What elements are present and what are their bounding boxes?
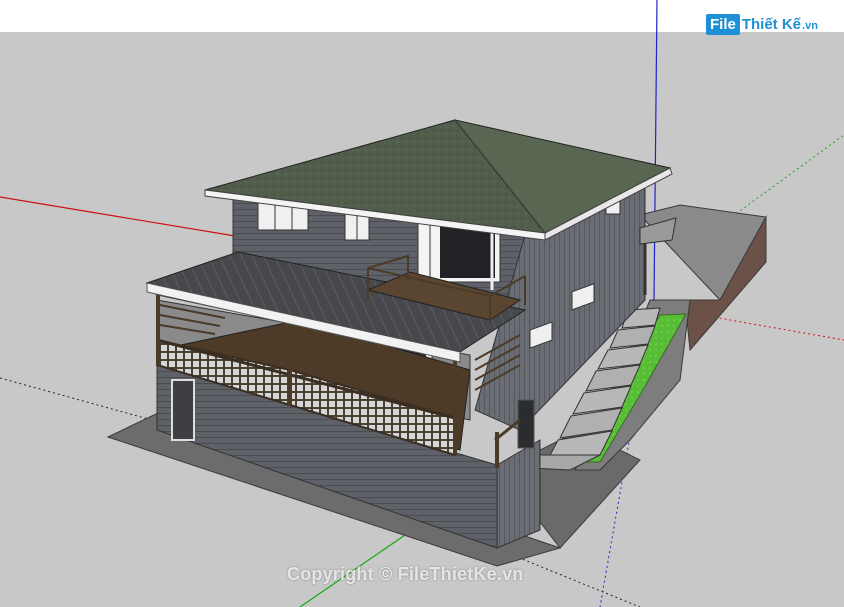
sketchup-viewport bbox=[0, 0, 844, 607]
garage-door bbox=[171, 379, 195, 441]
logo-suffix: .vn bbox=[802, 20, 818, 32]
site-logo: File Thiết Kế .vn bbox=[706, 14, 818, 35]
logo-badge: File bbox=[706, 14, 740, 35]
side-door bbox=[517, 399, 535, 449]
copyright-watermark: Copyright © FileThietKe.vn bbox=[287, 564, 524, 584]
logo-name: Thiết Kế bbox=[741, 15, 802, 33]
